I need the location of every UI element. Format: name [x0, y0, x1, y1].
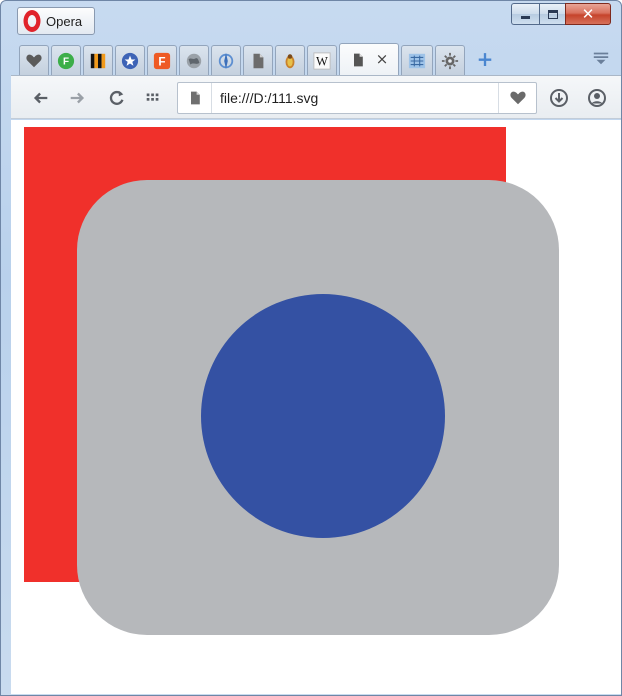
bug-icon	[285, 53, 295, 68]
star-icon	[121, 52, 139, 69]
tab-page[interactable]	[243, 45, 273, 75]
browser-window: Opera ✕ F F W × + file:///D:/111.svg	[0, 0, 622, 696]
page-info-button[interactable]	[178, 83, 212, 113]
f-logo-icon: F	[153, 52, 171, 69]
page-icon	[353, 53, 363, 66]
page-viewport	[11, 120, 621, 694]
svg-text:W: W	[316, 54, 328, 68]
tab-heart[interactable]	[19, 45, 49, 75]
downloads-button[interactable]	[547, 86, 571, 110]
tab-menu-icon	[593, 52, 609, 65]
tab-close-icon[interactable]: ×	[376, 52, 389, 67]
navigation-toolbar: file:///D:/111.svg	[11, 75, 621, 119]
tab-strip: F F W × +	[15, 41, 619, 75]
page-icon	[253, 53, 264, 68]
grid-app-icon	[408, 53, 426, 68]
account-button[interactable]	[585, 86, 609, 110]
tab-grid-app[interactable]	[401, 45, 433, 75]
download-icon	[550, 89, 568, 107]
heart-icon	[26, 54, 42, 67]
tab-feedly[interactable]: F	[51, 45, 81, 75]
minimize-button[interactable]	[511, 3, 539, 25]
forward-button[interactable]	[65, 86, 89, 110]
reload-icon	[109, 90, 124, 105]
speed-dial-button[interactable]	[141, 86, 165, 110]
tab-globe[interactable]	[179, 45, 209, 75]
tab-compass[interactable]	[211, 45, 241, 75]
arrow-left-icon	[33, 92, 48, 104]
opera-menu-label: Opera	[46, 13, 83, 29]
tab-active-svg[interactable]: ×	[339, 43, 399, 75]
arrow-right-icon	[70, 92, 85, 104]
grid-icon	[146, 93, 159, 101]
new-tab-button[interactable]: +	[475, 49, 495, 69]
opera-logo-icon	[23, 10, 41, 32]
title-bar: Opera ✕	[1, 1, 621, 39]
tab-bug[interactable]	[275, 45, 305, 75]
tab-wikipedia[interactable]: W	[307, 45, 337, 75]
window-controls: ✕	[511, 3, 611, 25]
back-button[interactable]	[29, 86, 53, 110]
tab-f-logo[interactable]: F	[147, 45, 177, 75]
opera-menu-button[interactable]: Opera	[17, 7, 95, 35]
maximize-button[interactable]	[539, 3, 565, 25]
tab-stripes[interactable]	[83, 45, 113, 75]
address-bar[interactable]: file:///D:/111.svg	[177, 82, 537, 114]
svg-document	[24, 127, 559, 635]
gear-icon	[441, 52, 459, 69]
tab-menu-button[interactable]	[591, 49, 611, 69]
compass-icon	[218, 52, 234, 69]
user-icon	[588, 89, 606, 107]
wikipedia-icon: W	[313, 51, 331, 70]
tab-star[interactable]	[115, 45, 145, 75]
reload-button[interactable]	[105, 86, 129, 110]
maximize-icon	[547, 9, 558, 19]
address-input[interactable]: file:///D:/111.svg	[212, 90, 498, 106]
close-icon: ✕	[581, 4, 595, 23]
globe-icon	[186, 53, 202, 68]
bookmarks-stripes-icon	[90, 53, 106, 68]
add-favorite-button[interactable]	[498, 83, 536, 113]
tab-settings[interactable]	[435, 45, 465, 75]
close-button[interactable]: ✕	[565, 3, 611, 25]
page-icon	[190, 91, 200, 105]
blue-circle	[201, 294, 445, 538]
minimize-icon	[521, 16, 530, 19]
svg-text:F: F	[158, 55, 165, 68]
feedly-icon: F	[57, 52, 75, 69]
heart-icon	[509, 91, 526, 105]
svg-text:F: F	[63, 56, 69, 67]
